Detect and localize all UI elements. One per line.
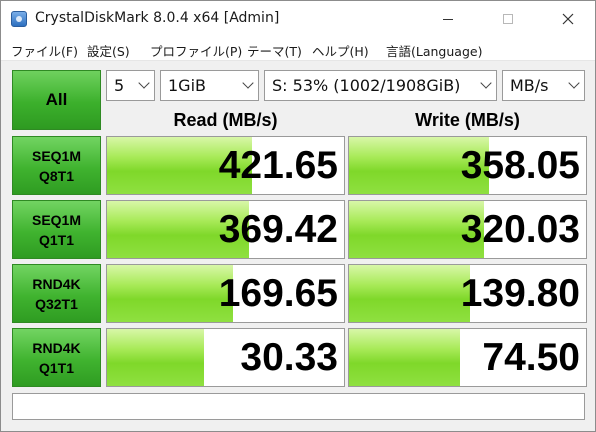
menu-theme[interactable]: テーマ(T) — [247, 41, 302, 60]
maximize-button[interactable] — [485, 1, 531, 37]
write-result-cell: 320.03 — [348, 200, 587, 259]
write-score: 74.50 — [482, 336, 580, 379]
minimize-button[interactable] — [425, 1, 471, 37]
write-result-cell: 139.80 — [348, 264, 587, 323]
test-button-seq1m-q1t1[interactable]: SEQ1M Q1T1 — [12, 200, 101, 259]
unit-value: MB/s — [510, 76, 549, 95]
close-button[interactable] — [545, 1, 591, 37]
chevron-down-icon — [242, 77, 254, 89]
menu-file[interactable]: ファイル(F) — [11, 41, 78, 60]
test-params: Q32T1 — [35, 295, 78, 312]
test-params: Q1T1 — [38, 231, 74, 248]
test-name: SEQ1M — [31, 147, 81, 164]
app-window: CrystalDiskMark 8.0.4 x64 [Admin] ファイル(F… — [0, 0, 596, 432]
read-result-cell: 369.42 — [106, 200, 345, 259]
test-count-value: 5 — [114, 76, 125, 95]
minimize-icon — [443, 18, 453, 20]
test-button-seq1m-q8t1[interactable]: SEQ1M Q8T1 — [12, 136, 101, 195]
maximize-icon — [503, 14, 513, 24]
read-result-cell: 421.65 — [106, 136, 345, 195]
read-score: 369.42 — [218, 208, 338, 251]
read-result-cell: 169.65 — [106, 264, 345, 323]
unit-select[interactable]: MB/s — [502, 70, 585, 101]
title-bar[interactable]: CrystalDiskMark 8.0.4 x64 [Admin] — [1, 1, 595, 37]
menu-language[interactable]: 言語(Language) — [386, 41, 482, 60]
test-name: SEQ1M — [31, 211, 81, 228]
test-name: RND4K — [32, 339, 81, 356]
menu-bar: ファイル(F) 設定(S) プロファイル(P) テーマ(T) ヘルプ(H) 言語… — [1, 37, 595, 61]
menu-profile[interactable]: プロファイル(P) — [150, 41, 242, 60]
read-result-cell: 30.33 — [106, 328, 345, 387]
status-field[interactable] — [12, 393, 585, 420]
test-params: Q8T1 — [38, 167, 74, 184]
test-size-select[interactable]: 1GiB — [160, 70, 259, 101]
write-score: 139.80 — [460, 272, 580, 315]
test-button-rnd4k-q32t1[interactable]: RND4K Q32T1 — [12, 264, 101, 323]
menu-help[interactable]: ヘルプ(H) — [312, 41, 369, 60]
write-column-header: Write (MB/s) — [415, 109, 520, 130]
test-size-value: 1GiB — [168, 76, 206, 95]
write-score: 320.03 — [460, 208, 580, 251]
test-count-select[interactable]: 5 — [106, 70, 155, 101]
run-all-button[interactable]: All — [12, 70, 101, 130]
read-score: 169.65 — [218, 272, 338, 315]
test-params: Q1T1 — [38, 359, 74, 376]
chevron-down-icon — [138, 77, 150, 89]
read-column-header: Read (MB/s) — [173, 109, 278, 130]
write-score-bar — [349, 265, 470, 322]
read-score: 30.33 — [240, 336, 338, 379]
read-score-bar — [107, 329, 205, 386]
chevron-down-icon — [568, 77, 580, 89]
read-score-bar — [107, 265, 233, 322]
test-button-rnd4k-q1t1[interactable]: RND4K Q1T1 — [12, 328, 101, 387]
write-score-bar — [349, 329, 461, 386]
menu-settings[interactable]: 設定(S) — [87, 41, 130, 60]
drive-value: S: 53% (1002/1908GiB) — [272, 76, 461, 95]
test-name: RND4K — [32, 275, 81, 292]
chevron-down-icon — [480, 77, 492, 89]
drive-select[interactable]: S: 53% (1002/1908GiB) — [264, 70, 497, 101]
window-title: CrystalDiskMark 8.0.4 x64 [Admin] — [35, 10, 280, 26]
write-result-cell: 358.05 — [348, 136, 587, 195]
app-icon — [11, 11, 27, 27]
close-icon — [562, 13, 574, 25]
write-result-cell: 74.50 — [348, 328, 587, 387]
read-score: 421.65 — [218, 144, 338, 187]
write-score: 358.05 — [460, 144, 580, 187]
